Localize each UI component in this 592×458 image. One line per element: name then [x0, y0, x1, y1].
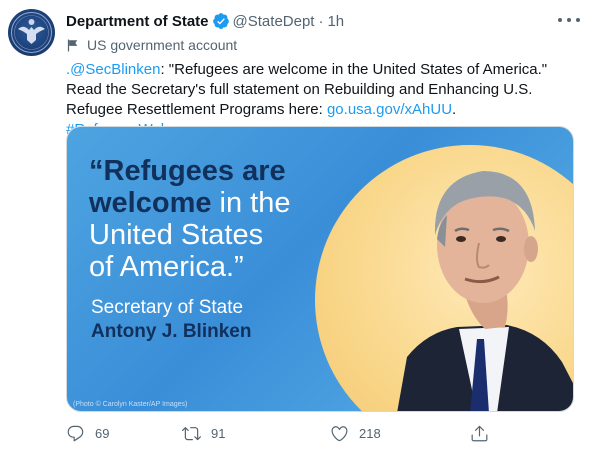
- retweet-button[interactable]: 91: [182, 422, 225, 444]
- avatar[interactable]: [8, 9, 55, 56]
- tweet-actions: 69 91 218: [66, 422, 496, 444]
- quote-line-2-rest: in the: [211, 187, 291, 219]
- reply-count: 69: [95, 425, 110, 441]
- statement-link[interactable]: go.usa.gov/xAhUU: [327, 101, 452, 118]
- like-button[interactable]: 218: [330, 422, 381, 444]
- photo-credit: (Photo © Carolyn Kaster/AP Images): [73, 401, 188, 408]
- reply-button[interactable]: 69: [66, 422, 109, 444]
- media-role: Secretary of State: [91, 297, 244, 318]
- tweet-time[interactable]: 1h: [327, 13, 344, 30]
- state-seal-icon: [11, 12, 52, 53]
- portrait-illustration: [397, 171, 573, 411]
- author-handle[interactable]: @StateDept: [233, 13, 315, 30]
- quote-line-1: “Refugees are: [89, 155, 286, 187]
- more-icon[interactable]: [558, 12, 580, 28]
- like-count: 218: [359, 425, 381, 441]
- share-button[interactable]: [470, 422, 499, 444]
- tweet[interactable]: Department of State @StateDept · 1h US g…: [0, 0, 592, 458]
- reply-icon: [67, 425, 84, 441]
- retweet-icon: [182, 426, 201, 440]
- tweet-media-image[interactable]: “Refugees are welcome in the United Stat…: [66, 126, 574, 412]
- verified-badge-icon: [212, 13, 229, 29]
- like-icon: [331, 425, 348, 441]
- account-label: US government account: [66, 36, 237, 54]
- retweet-count: 91: [211, 425, 226, 441]
- quote-line-2: welcome in the: [89, 187, 349, 219]
- account-label-text: US government account: [87, 37, 238, 53]
- flag-icon: [67, 39, 78, 51]
- tweet-text-separator: .: [452, 101, 457, 118]
- separator-dot: ·: [318, 12, 324, 30]
- share-icon: [471, 425, 488, 441]
- author-name[interactable]: Department of State: [66, 13, 209, 30]
- media-person-name: Antony J. Blinken: [91, 321, 252, 342]
- quote-line-4: of America.”: [89, 251, 244, 283]
- media-quote: “Refugees are welcome in the United Stat…: [89, 155, 349, 283]
- tweet-header: Department of State @StateDept · 1h: [66, 11, 344, 31]
- mention-link[interactable]: .@SecBlinken: [66, 61, 160, 78]
- quote-emphasis: welcome: [89, 187, 212, 219]
- quote-line-3: United States: [89, 219, 264, 251]
